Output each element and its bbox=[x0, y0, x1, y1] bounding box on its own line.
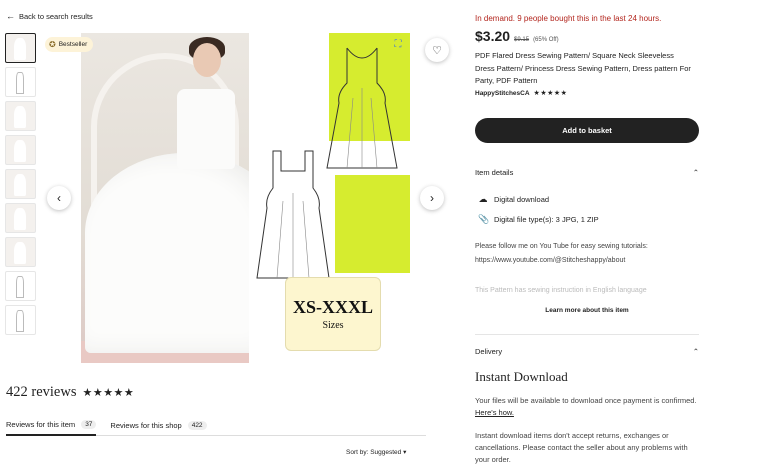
tab-count: 422 bbox=[187, 420, 207, 430]
demand-notice: In demand. 9 people bought this in the l… bbox=[475, 14, 662, 23]
main-product-image[interactable]: XS-XXXL Sizes ⛶ bbox=[81, 33, 410, 363]
thumbnail[interactable] bbox=[5, 271, 36, 301]
reviews-heading: 422 reviews ★★★★★ bbox=[6, 384, 134, 401]
zoom-icon[interactable]: ⛶ bbox=[392, 39, 404, 51]
arrow-left-icon: ← bbox=[6, 11, 15, 21]
caret-down-icon: ▾ bbox=[403, 449, 407, 456]
detail-digital-download: ☁ Digital download bbox=[478, 194, 550, 205]
price-block: $3.20 $9.15 (65% Off) bbox=[475, 28, 559, 44]
learn-more-button[interactable]: Learn more about this item bbox=[475, 307, 699, 314]
heart-icon: ♡ bbox=[432, 44, 442, 57]
divider bbox=[475, 334, 699, 335]
medal-icon: ✪ bbox=[49, 40, 56, 49]
sort-label: Sort by: Suggested bbox=[346, 449, 402, 456]
reviews-tabs: Reviews for this item 37 Reviews for thi… bbox=[6, 414, 426, 436]
detail-file-types: 📎 Digital file type(s): 3 JPG, 1 ZIP bbox=[478, 214, 599, 225]
size-banner: XS-XXXL Sizes bbox=[285, 277, 381, 351]
shop-name[interactable]: HappyStitchesCA bbox=[475, 90, 530, 97]
chevron-up-icon: ⌃ bbox=[692, 347, 699, 356]
delivery-heading: Delivery bbox=[475, 347, 503, 356]
thumbnail[interactable] bbox=[5, 237, 36, 267]
returns-policy: Instant download items don't accept retu… bbox=[475, 431, 688, 464]
chevron-up-icon: ⌃ bbox=[692, 168, 699, 177]
sizes-label: Sizes bbox=[322, 320, 344, 331]
thumbnail-strip bbox=[5, 33, 37, 339]
size-range-text: XS-XXXL bbox=[292, 297, 373, 317]
back-link-label: Back to search results bbox=[19, 11, 93, 21]
shop-info[interactable]: HappyStitchesCA ★★★★★ bbox=[475, 89, 568, 98]
dress-sketch-front bbox=[256, 150, 330, 279]
tab-reviews-item[interactable]: Reviews for this item 37 bbox=[6, 414, 97, 436]
paperclip-icon: 📎 bbox=[478, 214, 490, 224]
thumbnail[interactable] bbox=[5, 203, 36, 233]
tab-reviews-shop[interactable]: Reviews for this shop 422 bbox=[110, 414, 207, 436]
pattern-sketch-panel: XS-XXXL Sizes ⛶ bbox=[249, 33, 410, 363]
tab-label: Reviews for this item bbox=[6, 419, 76, 429]
tab-count: 37 bbox=[81, 419, 97, 429]
discount-label: (65% Off) bbox=[533, 37, 559, 43]
item-description-faded: This Pattern has sewing instruction in E… bbox=[475, 287, 647, 294]
item-details-heading: Item details bbox=[475, 168, 514, 177]
previous-image-button[interactable]: ‹ bbox=[47, 186, 71, 210]
detail-text: Digital file type(s): 3 JPG, 1 ZIP bbox=[494, 215, 599, 224]
tab-label: Reviews for this shop bbox=[110, 420, 182, 430]
shop-rating-stars: ★★★★★ bbox=[533, 90, 568, 97]
badge-label: Bestseller bbox=[58, 41, 88, 48]
thumbnail[interactable] bbox=[5, 33, 36, 63]
thumbnail[interactable] bbox=[5, 305, 36, 335]
heres-how-link[interactable]: Here's how. bbox=[475, 408, 514, 417]
detail-text: Digital download bbox=[494, 195, 550, 204]
reviews-count: 422 reviews bbox=[6, 384, 77, 400]
model-photo bbox=[81, 33, 285, 363]
sort-dropdown[interactable]: Sort by: Suggested ▾ bbox=[346, 448, 406, 456]
item-details-toggle[interactable]: Item details ⌃ bbox=[475, 168, 699, 177]
delivery-text: Your files will be available to download… bbox=[475, 396, 697, 405]
chevron-left-icon: ‹ bbox=[57, 191, 61, 205]
back-to-search-link[interactable]: ← Back to search results bbox=[6, 11, 93, 21]
product-title: PDF Flared Dress Sewing Pattern/ Square … bbox=[475, 51, 691, 85]
next-image-button[interactable]: › bbox=[420, 186, 444, 210]
item-description: Please follow me on You Tube for easy se… bbox=[475, 243, 648, 264]
rating-stars: ★★★★★ bbox=[82, 387, 135, 399]
bestseller-badge: ✪ Bestseller bbox=[45, 37, 94, 52]
delivery-info: Your files will be available to download… bbox=[475, 395, 699, 419]
thumbnail[interactable] bbox=[5, 135, 36, 165]
cloud-download-icon: ☁ bbox=[478, 194, 488, 204]
delivery-toggle[interactable]: Delivery ⌃ bbox=[475, 347, 699, 356]
chevron-right-icon: › bbox=[430, 191, 434, 205]
thumbnail[interactable] bbox=[5, 101, 36, 131]
thumbnail[interactable] bbox=[5, 67, 36, 97]
favorite-button[interactable]: ♡ bbox=[425, 38, 449, 62]
instant-download-title: Instant Download bbox=[475, 369, 568, 384]
current-price: $3.20 bbox=[475, 28, 511, 44]
original-price: $9.15 bbox=[514, 37, 530, 43]
add-to-basket-button[interactable]: Add to basket bbox=[475, 118, 699, 143]
thumbnail[interactable] bbox=[5, 169, 36, 199]
